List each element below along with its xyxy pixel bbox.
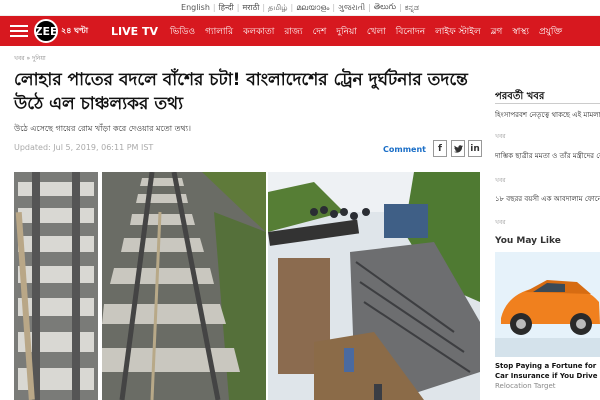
article-subheadline: উঠে এসেছে গায়ের রোম খাঁড়া করে দেওয়ার …: [14, 124, 191, 133]
lang-link[interactable]: हिन्दी: [219, 2, 234, 13]
logo-mark: ZEE: [34, 19, 58, 43]
comment-link[interactable]: Comment: [383, 145, 426, 154]
photo-panel-derailed-train: [268, 172, 480, 400]
nav-item[interactable]: লাইফ স্টাইল: [430, 24, 486, 39]
nav-item[interactable]: দুনিয়া: [331, 24, 362, 39]
sidebar-news-tag: খবর: [495, 219, 506, 226]
lang-link[interactable]: मराठी: [242, 2, 259, 13]
you-may-like-heading: You May Like: [495, 236, 561, 246]
ad-source: Relocation Target: [495, 382, 556, 390]
logo-suffix: ২৪ ঘণ্টা: [61, 25, 89, 35]
nav-item[interactable]: বিনোদন: [391, 24, 430, 39]
nav-item[interactable]: দেশ: [308, 24, 332, 39]
photo-panel-track-middle: [102, 172, 266, 400]
nav-item[interactable]: প্রযুক্তি: [534, 24, 567, 39]
sidebar-divider: [495, 103, 600, 104]
linkedin-icon[interactable]: in: [468, 140, 482, 157]
sidebar-news-link[interactable]: ১৮ বছরর বয়সী এক আবদালাম ফোনে নতুন কিছু …: [495, 194, 600, 204]
photo-panel-track-left: [14, 172, 98, 400]
nav-item-live-tv[interactable]: LIVE TV: [106, 25, 165, 38]
breadcrumb[interactable]: খবর » দুনিয়া: [14, 53, 46, 64]
ad-car-image[interactable]: [495, 252, 600, 357]
nav-item[interactable]: ভিডিও: [165, 24, 200, 39]
updated-timestamp: Updated: Jul 5, 2019, 06:11 PM IST: [14, 143, 154, 152]
lang-link[interactable]: தமிழ்: [268, 3, 288, 13]
sidebar-news-link[interactable]: দাম্ভিক ছাত্রীর মমতা ও তাঁর মন্ত্রীদের ফ…: [495, 151, 600, 161]
lang-link[interactable]: ಕನ್ನಡ: [405, 3, 419, 13]
lang-link[interactable]: తెలుగు: [374, 2, 396, 13]
article-photo: [14, 172, 480, 400]
article-headline: লোহার পাতের বদলে বাঁশের চটা! বাংলাদেশের …: [14, 70, 468, 114]
hamburger-menu-icon[interactable]: [10, 25, 28, 37]
nav-item[interactable]: স্বাস্থ্য: [507, 24, 534, 39]
language-bar: English | हिन्दी | मराठी | தமிழ் | മലയാളം | ગ…: [0, 0, 600, 16]
nav-item[interactable]: কলকাতা: [238, 24, 279, 39]
ad-title[interactable]: Stop Paying a Fortune for Car Insurance …: [495, 361, 600, 381]
main-nav: ZEE ২৪ ঘণ্টা LIVE TV ভিডিও গ্যালারি কলকা…: [0, 16, 600, 46]
sidebar-news-tag: খবর: [495, 177, 506, 184]
sidebar-news-tag: খবর: [495, 133, 506, 140]
nav-item[interactable]: খেলা: [362, 24, 391, 39]
lang-link[interactable]: മലയാളം: [296, 3, 329, 13]
twitter-icon[interactable]: [451, 140, 465, 157]
facebook-icon[interactable]: f: [433, 140, 447, 157]
lang-link[interactable]: English: [181, 3, 210, 12]
nav-item[interactable]: ব্লগ: [486, 24, 508, 39]
sidebar-news-link[interactable]: হিংসাপরবশ নেতৃত্বে থাকছে এই মামলাতেই বিদ…: [495, 110, 600, 120]
site-logo[interactable]: ZEE ২৪ ঘণ্টা: [34, 19, 98, 43]
nav-item[interactable]: গ্যালারি: [200, 24, 238, 39]
lang-link[interactable]: ગુજરાતી: [338, 3, 365, 13]
nav-item[interactable]: রাজ্য: [279, 24, 307, 39]
